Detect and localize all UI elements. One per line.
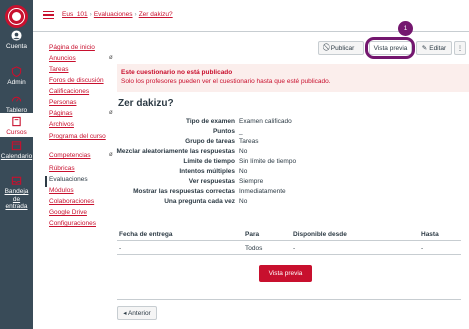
- hidden-eye-icon: ø: [109, 110, 113, 116]
- shield-icon: [11, 66, 22, 77]
- table-row: - Todos - -: [117, 241, 461, 255]
- breadcrumb-current[interactable]: Zer dakizu?: [139, 11, 173, 18]
- course-nav-home[interactable]: Página de inicio: [49, 44, 109, 55]
- book-icon: [12, 116, 21, 127]
- course-nav-settings[interactable]: Configuraciones: [49, 220, 109, 231]
- hidden-eye-icon: ø: [109, 55, 113, 61]
- page-title: Zer dakizu?: [118, 98, 174, 109]
- detail-row: Ver respuestas Siempre: [188, 178, 264, 185]
- course-nav-assignments[interactable]: Tareas: [49, 66, 109, 77]
- step-badge: 1: [398, 21, 413, 36]
- inbox-icon: [11, 176, 22, 185]
- detail-row: Puntos _: [212, 128, 243, 135]
- detail-row: Mezclar aleatoriamente las respuestas No: [116, 148, 248, 155]
- global-nav-account[interactable]: Cuenta: [0, 30, 33, 51]
- divider: [117, 299, 461, 300]
- course-nav-rubrics[interactable]: Rúbricas: [49, 165, 109, 176]
- global-nav-calendar[interactable]: Calendario: [0, 140, 33, 161]
- dates-table: Fecha de entrega Para Disponible desde H…: [117, 229, 461, 255]
- edit-button[interactable]: ✎ Editar: [416, 41, 452, 55]
- course-nav-collaborations[interactable]: Colaboraciones: [49, 198, 109, 209]
- preview-quiz-button[interactable]: Vista previa: [259, 265, 312, 282]
- breadcrumb-section[interactable]: Evaluaciones: [94, 11, 133, 18]
- detail-row: Grupo de tareas Tareas: [185, 138, 259, 145]
- detail-row: Intentos múltiples No: [179, 168, 248, 175]
- detail-row: Límite de tiempo Sin límite de tiempo: [183, 158, 297, 165]
- course-nav: Página de inicio Anuncios ø Tareas Foros …: [45, 44, 113, 231]
- course-nav-modules[interactable]: Módulos: [49, 187, 109, 198]
- detail-row: Una pregunta cada vez No: [164, 198, 248, 205]
- hidden-eye-icon: ø: [109, 152, 113, 158]
- course-nav-outcomes[interactable]: Competencias ø: [49, 152, 113, 165]
- course-nav-files[interactable]: Archivos: [49, 121, 109, 132]
- breadcrumb: Eus_101 › Evaluaciones › Zer dakizu?: [62, 11, 173, 18]
- course-nav-people[interactable]: Personas: [49, 99, 109, 110]
- institution-logo[interactable]: [5, 5, 28, 28]
- chevron-right-icon: ›: [134, 11, 137, 18]
- publish-button[interactable]: ⃠Publicar: [318, 41, 364, 55]
- table-header: Fecha de entrega Para Disponible desde H…: [117, 229, 461, 241]
- course-nav-discussions[interactable]: Foros de discusión: [49, 77, 109, 88]
- highlight-ring: [365, 37, 415, 59]
- more-options-icon: ⋮: [456, 45, 464, 52]
- alert-title: Este cuestionario no está publicado: [121, 69, 233, 76]
- alert-message: Solo los profesores pueden ver el cuesti…: [121, 78, 331, 85]
- previous-button[interactable]: ◂ Anterior: [117, 306, 157, 320]
- hamburger-menu-icon[interactable]: [43, 11, 54, 19]
- course-nav-syllabus[interactable]: Programa del curso: [49, 132, 109, 152]
- global-nav-admin[interactable]: Admin: [0, 66, 33, 87]
- unpublished-alert: Este cuestionario no está publicado Solo…: [117, 64, 469, 92]
- chevron-right-icon: ›: [89, 11, 92, 18]
- user-icon: [11, 30, 22, 41]
- breadcrumb-course[interactable]: Eus_101: [62, 11, 88, 18]
- course-nav-pages[interactable]: Páginas ø: [49, 110, 113, 121]
- global-nav-courses[interactable]: Cursos: [0, 113, 33, 137]
- pencil-icon: ✎: [421, 45, 428, 52]
- dashboard-icon: [11, 96, 22, 102]
- course-nav-google-drive[interactable]: Google Drive: [49, 209, 109, 220]
- global-nav-inbox[interactable]: Bandeja de entrada: [0, 175, 33, 211]
- course-nav-grades[interactable]: Calificaciones: [49, 88, 109, 99]
- more-options-button[interactable]: ⋮: [454, 41, 466, 55]
- calendar-icon: [11, 141, 22, 151]
- global-nav: Cuenta Admin Tablero Cursos Calendario B…: [0, 0, 33, 329]
- detail-row: Tipo de examen Examen calificado: [185, 118, 292, 125]
- course-nav-announcements[interactable]: Anuncios ø: [49, 55, 113, 66]
- global-nav-dashboard[interactable]: Tablero: [0, 94, 33, 115]
- course-nav-quizzes[interactable]: Evaluaciones: [45, 176, 109, 187]
- detail-row: Mostrar las respuestas correctas Inmediat…: [133, 188, 286, 195]
- quiz-details: Tipo de examen Examen calificado Puntos _ …: [116, 118, 317, 208]
